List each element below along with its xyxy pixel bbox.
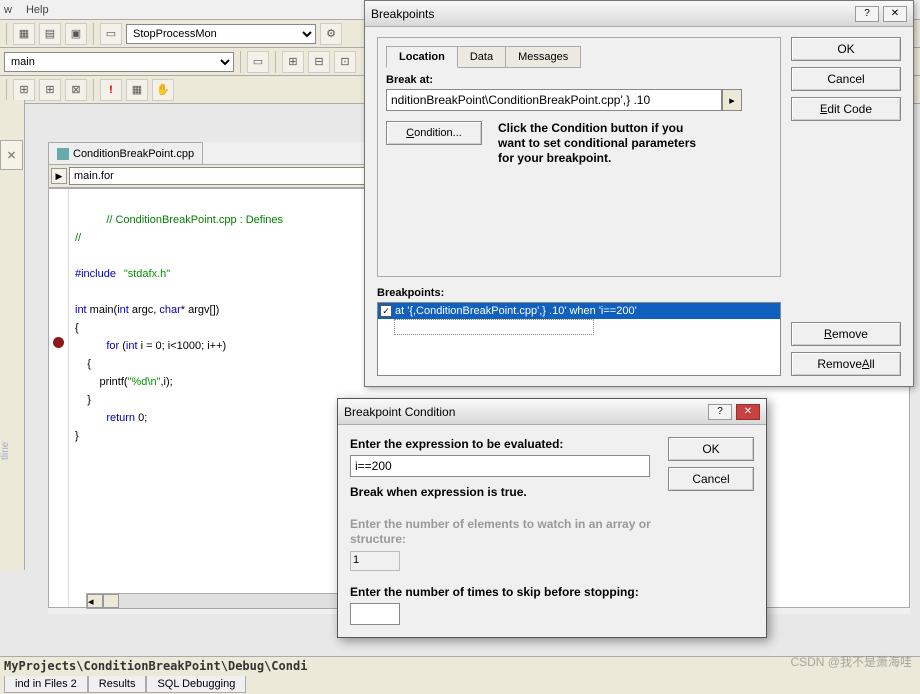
scroll-button-left[interactable]: ◂ [87,594,103,608]
dialog-titlebar[interactable]: Breakpoints ? ✕ [365,1,913,27]
breakpoint-item[interactable]: ✓ at '{,ConditionBreakPoint.cpp',} .10' … [378,303,780,319]
tab-find-in-files[interactable]: ind in Files 2 [4,676,88,693]
separator [6,23,7,45]
separator [240,51,241,73]
config-combo[interactable]: StopProcessMon [126,24,316,44]
break-at-label: Break at: [386,74,772,86]
breakpoint-button[interactable]: ! [100,79,122,101]
side-tab-close[interactable]: ✕ [0,140,23,170]
toolbar-button[interactable]: ⊟ [308,51,330,73]
break-at-input[interactable] [386,89,722,111]
close-button[interactable]: ✕ [883,6,907,22]
cancel-button[interactable]: Cancel [791,67,901,91]
toolbar-button[interactable]: ⊡ [334,51,356,73]
help-button[interactable]: ? [708,404,732,420]
tab-messages[interactable]: Messages [505,46,581,68]
breakpoint-edit-placeholder[interactable] [394,319,594,335]
tab-location[interactable]: Location [386,46,458,68]
bottom-tabs: ind in Files 2 Results SQL Debugging [0,674,920,694]
dialog-titlebar[interactable]: Breakpoint Condition ? ✕ [338,399,766,425]
skip-label: Enter the number of times to skip before… [350,585,652,599]
help-button[interactable]: ? [855,6,879,22]
side-panel: ✕ [0,100,25,570]
toolbar-button[interactable]: ▤ [39,23,61,45]
toolbar-button[interactable]: ▭ [247,51,269,73]
close-button[interactable]: ✕ [736,404,760,420]
toolbar-button[interactable]: ⊠ [65,79,87,101]
breakpoints-dialog: Breakpoints ? ✕ Location Data Messages B… [364,0,914,387]
tab-bar: Location Data Messages [386,46,772,68]
editor-tab[interactable]: ConditionBreakPoint.cpp [48,142,203,164]
hand-button[interactable]: ✋ [152,79,174,101]
breakpoint-marker[interactable] [53,337,64,348]
dialog-title: Breakpoint Condition [344,405,455,419]
remove-all-button[interactable]: Remove All [791,352,901,376]
gutter[interactable] [49,189,69,607]
status-path: MyProjects\ConditionBreakPoint\Debug\Con… [0,656,920,674]
toolbar-button[interactable]: ⊞ [39,79,61,101]
menu-window[interactable]: w [4,4,12,16]
elements-label: Enter the number of elements to watch in… [350,517,652,547]
toolbar-button[interactable]: ▭ [100,23,122,45]
break-true-label: Break when expression is true. [350,485,652,499]
toolbar-button[interactable]: ⊞ [282,51,304,73]
horizontal-scrollbar[interactable]: ◂ [86,593,356,609]
tab-data[interactable]: Data [457,46,506,68]
breakpoint-checkbox[interactable]: ✓ [380,305,392,317]
breakpoint-item-text: at '{,ConditionBreakPoint.cpp',} .10' wh… [395,305,637,317]
elements-input: 1 [350,551,400,571]
tab-results[interactable]: Results [88,676,147,693]
break-at-menu-button[interactable]: ▸ [722,89,742,111]
toolbar-button[interactable]: ▦ [13,23,35,45]
toolbar-button[interactable]: ⊞ [13,79,35,101]
separator [93,79,94,101]
toolbar-button[interactable]: ▣ [65,23,87,45]
breakpoints-list[interactable]: ✓ at '{,ConditionBreakPoint.cpp',} .10' … [377,302,781,376]
ok-button[interactable]: OK [791,37,901,61]
edit-code-button[interactable]: Edit Code [791,97,901,121]
scope-combo[interactable]: main [4,52,234,72]
cancel-button[interactable]: Cancel [668,467,754,491]
toolbar-button[interactable]: ⚙ [320,23,342,45]
file-icon [57,148,69,160]
remove-button[interactable]: Remove [791,322,901,346]
skip-input[interactable] [350,603,400,625]
condition-button[interactable]: Condition... [386,121,482,145]
ok-button[interactable]: OK [668,437,754,461]
editor-tab-label: ConditionBreakPoint.cpp [73,148,194,160]
separator [275,51,276,73]
separator [93,23,94,45]
dialog-title: Breakpoints [371,7,434,21]
breakpoints-list-label: Breakpoints: [377,287,781,299]
scroll-thumb[interactable] [103,594,119,608]
menu-help[interactable]: Help [26,4,49,16]
toolbar-button[interactable]: ▦ [126,79,148,101]
nav-button[interactable]: ▶ [51,168,67,184]
breakpoint-condition-dialog: Breakpoint Condition ? ✕ Enter the expre… [337,398,767,638]
side-label-outline[interactable]: tline [0,438,11,460]
tab-sql-debugging[interactable]: SQL Debugging [146,676,246,693]
condition-help-text: Click the Condition button if you want t… [498,121,708,166]
separator [6,79,7,101]
expression-input[interactable] [350,455,650,477]
expression-label: Enter the expression to be evaluated: [350,437,652,451]
watermark: CSDN @我不是萧海哇 [790,653,912,670]
